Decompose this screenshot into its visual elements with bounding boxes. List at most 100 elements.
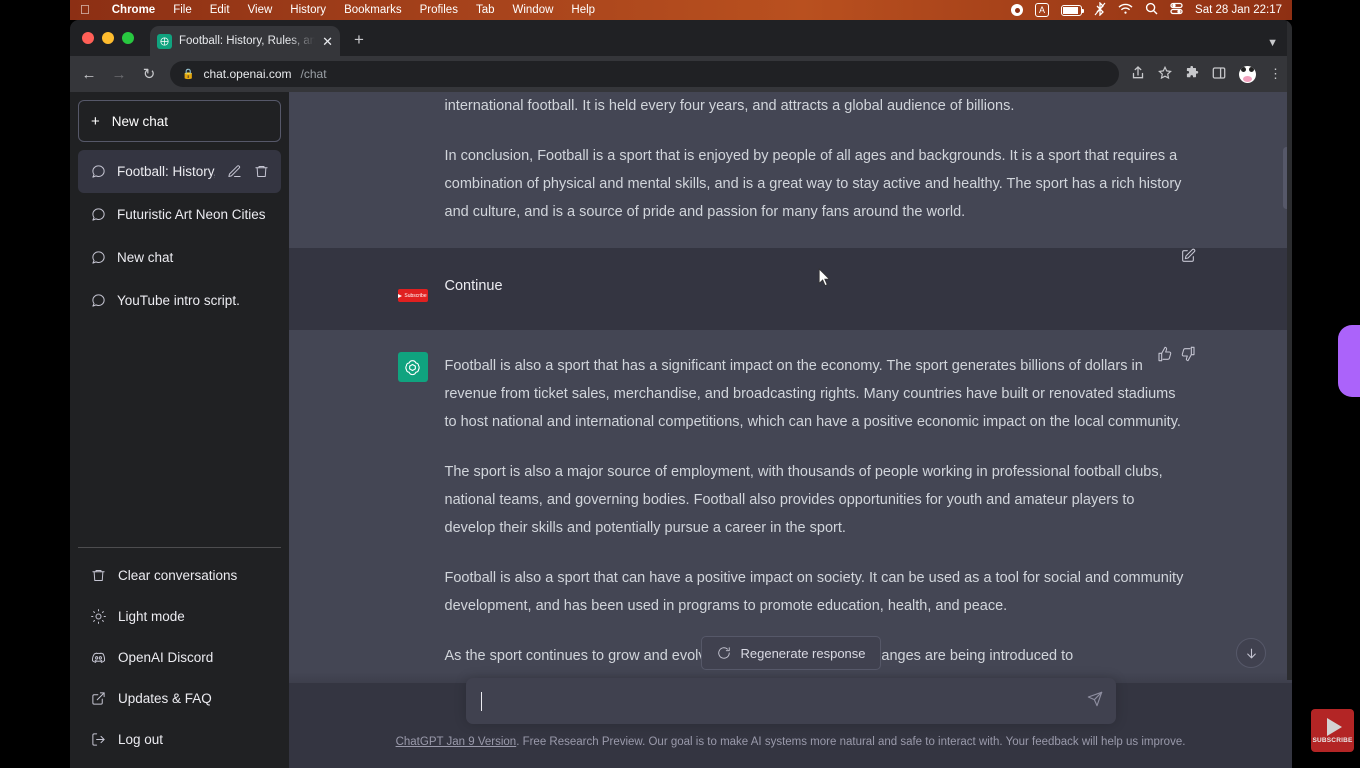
record-icon[interactable] [1011,4,1023,16]
menu-item-profiles[interactable]: Profiles [411,4,467,16]
thumbs-up-icon[interactable] [1157,346,1173,362]
new-chat-button[interactable]: + New chat [78,100,281,142]
message-input-box[interactable] [466,678,1116,724]
thumbs-down-icon[interactable] [1180,346,1196,362]
close-window-button[interactable] [82,32,94,44]
logout-icon [90,732,106,748]
browser-tab[interactable]: Football: History, Rules, and Sk ✕ [150,26,340,56]
message-thread[interactable]: international football. It is held every… [289,92,1292,683]
scroll-to-bottom-button[interactable] [1236,638,1266,668]
profile-avatar[interactable] [1239,66,1256,83]
close-icon[interactable]: ✕ [322,35,333,48]
message-text: Continue [445,272,1184,302]
youtube-subscribe-overlay[interactable]: SUBSCRIBE [1311,709,1354,752]
sidebar-item-football-history[interactable]: Football: History, Rule [78,150,281,193]
side-panel-icon[interactable] [1212,66,1226,83]
menu-item-tab[interactable]: Tab [467,4,504,16]
maximize-window-button[interactable] [122,32,134,44]
bookmark-star-icon[interactable] [1158,66,1172,83]
lock-icon: 🔒 [182,69,194,80]
toolbar-icons: ⋮ [1131,66,1282,83]
address-bar[interactable]: 🔒 chat.openai.com /chat [170,61,1119,87]
reload-icon[interactable]: ↻ [140,65,158,83]
menu-item-help[interactable]: Help [562,4,604,16]
sidebar: + New chat Football: History, Rule [70,92,289,768]
input-source-icon[interactable]: A [1035,3,1049,17]
forward-arrow-icon[interactable]: → [110,66,128,83]
sidebar-item-light-mode[interactable]: Light mode [78,596,281,637]
refresh-icon [715,645,731,661]
chat-bubble-icon [90,250,106,266]
edit-pencil-icon[interactable] [226,164,242,180]
sidebar-item-updates-faq[interactable]: Updates & FAQ [78,678,281,719]
footer-disclaimer: ChatGPT Jan 9 Version. Free Research Pre… [396,736,1186,748]
sidebar-spacer [78,322,281,547]
new-chat-label: New chat [112,114,168,129]
menu-item-window[interactable]: Window [504,4,563,16]
minimize-window-button[interactable] [102,32,114,44]
apple-icon[interactable]:  [70,2,103,19]
paragraph: international football. It is held every… [445,92,1184,120]
edit-message-icon[interactable] [1180,248,1196,264]
chevron-down-icon[interactable]: ▼ [1267,37,1278,49]
spotlight-search-icon[interactable] [1145,2,1158,18]
discord-icon [90,650,106,666]
paragraph: Football is also a sport that can have a… [445,564,1184,620]
omnibox-toolbar: ← → ↻ 🔒 chat.openai.com /chat ⋮ [70,56,1292,92]
message-text: international football. It is held every… [445,92,1184,226]
sidebar-item-label: Updates & FAQ [118,691,212,706]
regenerate-label: Regenerate response [740,646,865,661]
play-triangle-icon [1327,718,1342,736]
purple-pill-overlay [1338,325,1360,397]
paragraph: In conclusion, Football is a sport that … [445,142,1184,226]
regenerate-response-button[interactable]: Regenerate response [700,636,880,670]
play-triangle-icon [398,294,402,298]
new-tab-button[interactable]: + [354,30,364,50]
message-row-assistant-previous: international football. It is held every… [289,92,1292,248]
chat-area: international football. It is held every… [289,92,1292,768]
sidebar-item-log-out[interactable]: Log out [78,719,281,760]
clock[interactable]: Sat 28 Jan 22:17 [1195,4,1282,16]
sidebar-item-clear-conversations[interactable]: Clear conversations [78,555,281,596]
window-controls [82,20,150,56]
paragraph: Football is also a sport that has a sign… [445,352,1184,436]
sidebar-footer: Clear conversations Light mode OpenAI Di… [78,547,281,760]
three-dot-menu-icon[interactable]: ⋮ [1269,66,1282,82]
back-arrow-icon[interactable]: ← [80,66,98,83]
wifi-icon[interactable] [1118,3,1133,18]
conversation-title: Futuristic Art Neon Cities [117,207,269,222]
menu-item-view[interactable]: View [239,4,282,16]
menu-item-chrome[interactable]: Chrome [103,4,164,16]
assistant-message-actions [1157,346,1196,362]
external-link-icon [90,691,106,707]
window-scrollbar[interactable] [1287,20,1292,680]
sidebar-item-futuristic-art[interactable]: Futuristic Art Neon Cities [78,193,281,236]
control-center-icon[interactable] [1170,2,1183,18]
conversation-title: New chat [117,250,269,265]
menu-item-file[interactable]: File [164,4,201,16]
menu-item-edit[interactable]: Edit [201,4,239,16]
chat-bubble-icon [90,293,106,309]
chatgpt-favicon [157,34,172,49]
version-link[interactable]: ChatGPT Jan 9 Version [396,736,517,748]
subscribe-label: SUBSCRIBE [1312,737,1352,744]
extensions-puzzle-icon[interactable] [1185,66,1199,83]
menu-item-bookmarks[interactable]: Bookmarks [335,4,411,16]
chatgpt-logo-avatar [398,352,428,382]
chatgpt-app: + New chat Football: History, Rule [70,92,1292,768]
sidebar-item-label: Log out [118,732,163,747]
tab-strip: Football: History, Rules, and Sk ✕ + ▼ [70,20,1292,56]
url-path: /chat [301,67,327,81]
battery-icon[interactable] [1061,5,1082,16]
sidebar-item-new-chat[interactable]: New chat [78,236,281,279]
send-paper-plane-icon[interactable] [1087,691,1103,712]
bluetooth-off-icon[interactable] [1094,2,1106,19]
message-row-user: Subscribe Continue [289,248,1292,330]
trash-icon[interactable] [253,164,269,180]
sidebar-item-openai-discord[interactable]: OpenAI Discord [78,637,281,678]
sidebar-item-youtube-intro-script[interactable]: YouTube intro script. [78,279,281,322]
menu-item-history[interactable]: History [281,4,335,16]
message-row-assistant: Football is also a sport that has a sign… [289,330,1292,683]
sidebar-item-label: Light mode [118,609,185,624]
share-icon[interactable] [1131,66,1145,83]
